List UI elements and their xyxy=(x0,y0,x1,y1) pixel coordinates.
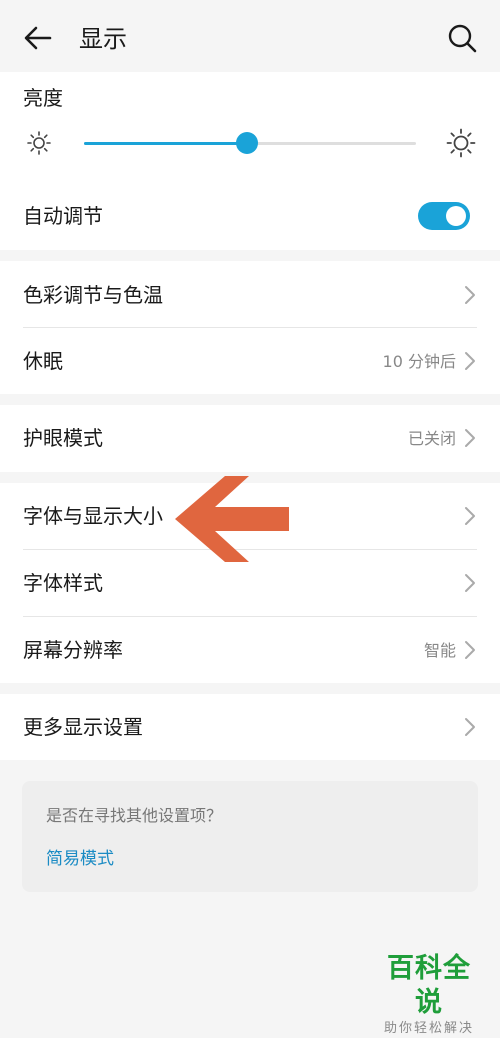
chevron-right-icon xyxy=(465,286,475,304)
row-label: 护眼模式 xyxy=(23,426,103,450)
brightness-slider[interactable] xyxy=(84,132,416,154)
settings-row-screen-resolution[interactable]: 屏幕分辨率 智能 xyxy=(0,617,500,683)
row-value: 已关闭 xyxy=(407,429,456,448)
watermark-title: 百科全说 xyxy=(387,953,471,1018)
page-title: 显示 xyxy=(79,25,127,53)
sun-small-icon xyxy=(27,131,51,155)
brightness-slider-thumb[interactable] xyxy=(235,132,258,154)
search-icon[interactable] xyxy=(446,22,478,54)
chevron-right-icon xyxy=(465,507,475,525)
help-question: 是否在寻找其他设置项？ xyxy=(46,806,223,825)
watermark-subtitle: 助你轻松解决 xyxy=(383,1021,474,1036)
brightness-slider-fill xyxy=(84,142,247,145)
simple-mode-link[interactable]: 简易模式 xyxy=(46,848,114,870)
help-card: 是否在寻找其他设置项？ 简易模式 xyxy=(22,781,478,892)
row-label: 字体与显示大小 xyxy=(23,504,163,528)
brightness-title: 亮度 xyxy=(23,86,63,110)
chevron-right-icon xyxy=(465,429,475,447)
row-label: 更多显示设置 xyxy=(23,715,143,739)
row-label: 色彩调节与色温 xyxy=(23,283,163,307)
auto-adjust-toggle[interactable] xyxy=(418,202,470,230)
settings-row-sleep[interactable]: 休眠 10 分钟后 xyxy=(0,328,500,394)
settings-row-more-display-settings[interactable]: 更多显示设置 xyxy=(0,694,500,760)
arrow-left-annotation xyxy=(175,476,289,562)
chevron-right-icon xyxy=(465,352,475,370)
auto-adjust-label: 自动调节 xyxy=(23,204,103,228)
row-label: 字体样式 xyxy=(23,571,103,595)
chevron-right-icon xyxy=(465,718,475,736)
watermark-logo: 百科全说 助你轻松解决 xyxy=(374,952,484,1038)
settings-row-color-temperature[interactable]: 色彩调节与色温 xyxy=(0,262,500,328)
auto-adjust-toggle-knob xyxy=(446,206,466,226)
sun-large-icon xyxy=(446,128,476,158)
row-label: 休眠 xyxy=(23,349,63,373)
settings-row-eye-comfort[interactable]: 护眼模式 已关闭 xyxy=(0,405,500,471)
app-header: 显示 xyxy=(0,0,500,72)
row-value: 智能 xyxy=(423,641,456,660)
arrow-left-icon[interactable] xyxy=(22,22,54,54)
row-value: 10 分钟后 xyxy=(382,352,456,371)
row-label: 屏幕分辨率 xyxy=(23,638,123,662)
chevron-right-icon xyxy=(465,641,475,659)
chevron-right-icon xyxy=(465,574,475,592)
